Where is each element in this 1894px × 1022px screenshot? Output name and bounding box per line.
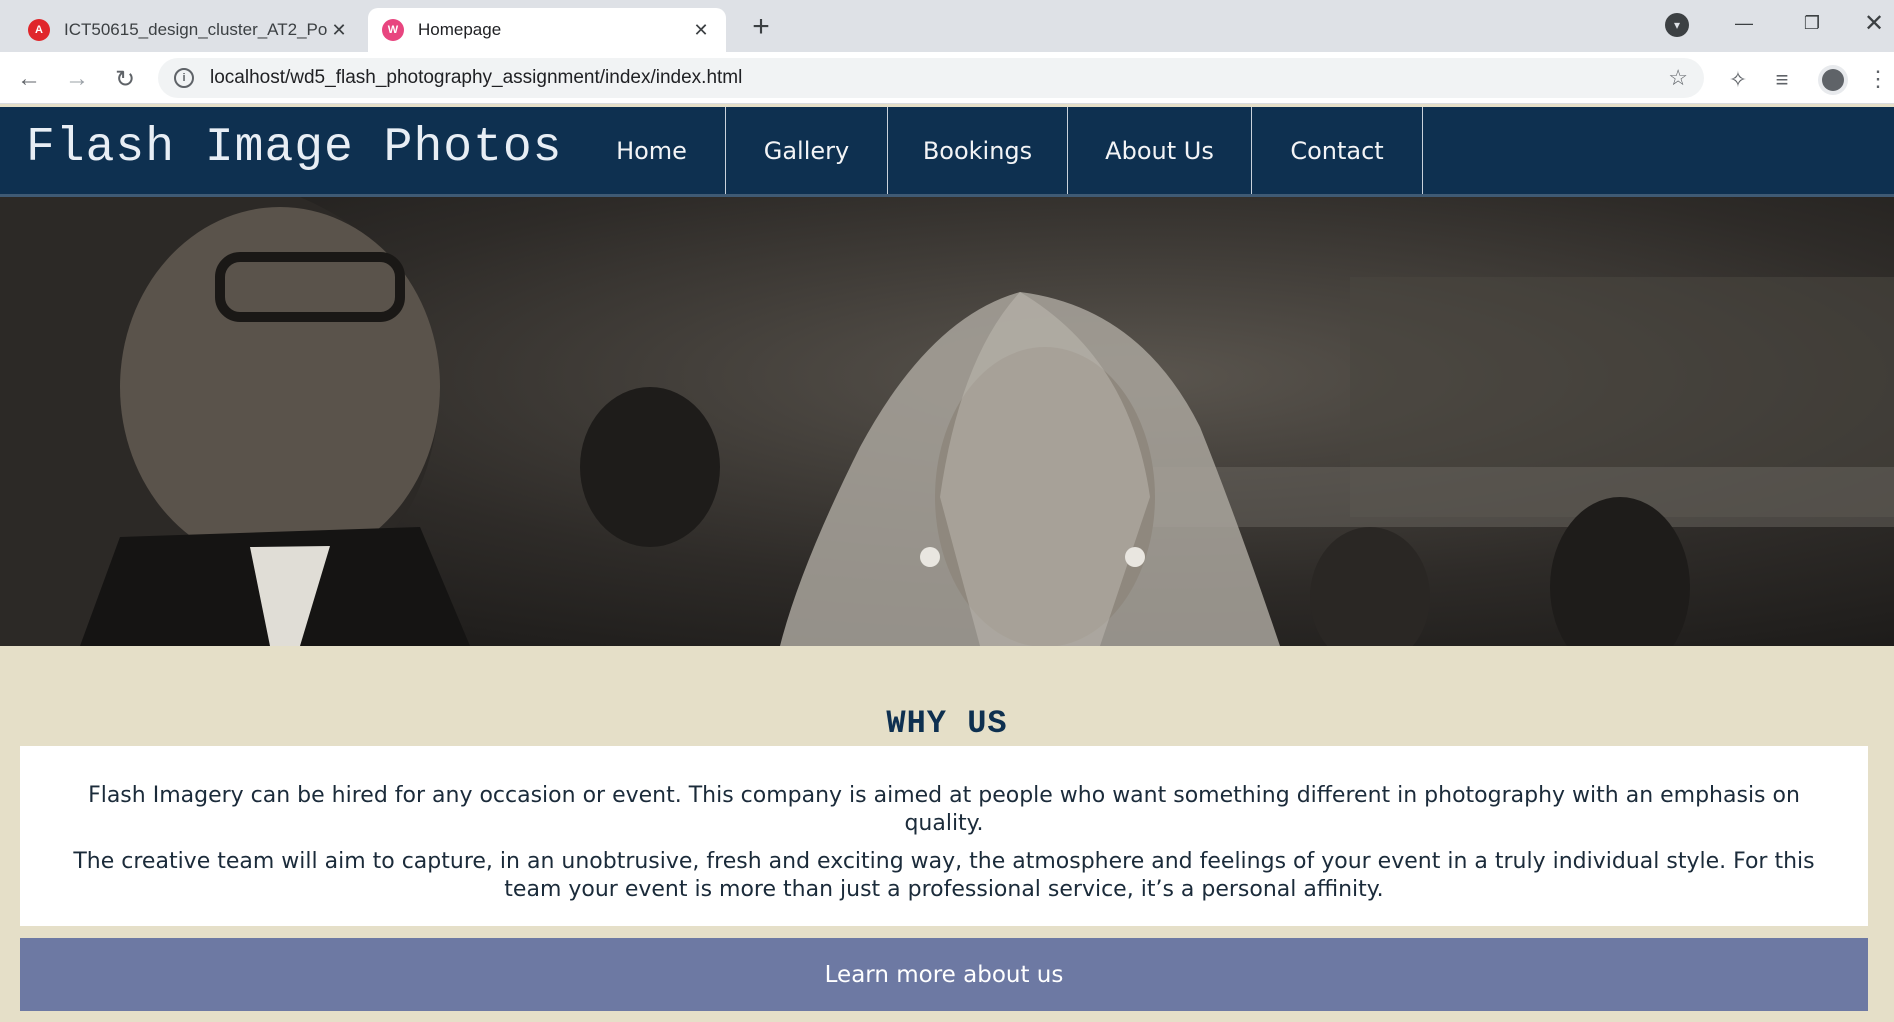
window-close-icon[interactable]: ✕ bbox=[1852, 8, 1894, 38]
hero-wedding-photo bbox=[0, 197, 1894, 646]
media-queue-icon[interactable]: ≡ bbox=[1768, 66, 1796, 94]
browser-tab-strip: A ICT50615_design_cluster_AT2_Po ✕ W Hom… bbox=[0, 0, 1894, 52]
main-nav: Home Gallery Bookings About Us Contact bbox=[578, 107, 1423, 194]
site-header: Flash Image Photos Home Gallery Bookings… bbox=[0, 107, 1894, 197]
pdf-icon: A bbox=[28, 19, 50, 41]
tab-search-icon[interactable]: ▾ bbox=[1665, 13, 1689, 37]
url-text[interactable]: localhost/wd5_flash_photography_assignme… bbox=[210, 67, 1668, 89]
extensions-puzzle-icon[interactable]: ✧ bbox=[1724, 66, 1752, 94]
wamp-icon: W bbox=[382, 19, 404, 41]
tab-title: ICT50615_design_cluster_AT2_Po bbox=[64, 20, 328, 39]
nav-home[interactable]: Home bbox=[578, 107, 726, 194]
address-bar[interactable]: i localhost/wd5_flash_photography_assign… bbox=[158, 58, 1704, 98]
why-us-paragraph: Flash Imagery can be hired for any occas… bbox=[88, 783, 1800, 836]
why-us-paragraph: The creative team will aim to capture, i… bbox=[73, 849, 1815, 902]
nav-contact[interactable]: Contact bbox=[1252, 107, 1423, 194]
minimize-icon[interactable]: — bbox=[1722, 8, 1766, 38]
new-tab-button[interactable]: + bbox=[744, 10, 778, 44]
nav-about-us[interactable]: About Us bbox=[1068, 107, 1252, 194]
tab-title: Homepage bbox=[418, 20, 502, 39]
nav-gallery[interactable]: Gallery bbox=[726, 107, 888, 194]
tab-homepage[interactable]: W Homepage ✕ bbox=[368, 8, 726, 52]
web-page: Flash Image Photos Home Gallery Bookings… bbox=[0, 105, 1894, 1022]
why-us-content: Flash Imagery can be hired for any occas… bbox=[20, 746, 1868, 926]
hero-image bbox=[0, 197, 1894, 646]
profile-avatar-icon[interactable] bbox=[1818, 65, 1848, 95]
site-logo[interactable]: Flash Image Photos bbox=[26, 121, 562, 175]
nav-bookings[interactable]: Bookings bbox=[888, 107, 1068, 194]
info-icon[interactable]: i bbox=[174, 68, 194, 88]
why-us-heading: WHY US bbox=[886, 705, 1008, 742]
restore-icon[interactable]: ❐ bbox=[1790, 8, 1834, 38]
browser-toolbar: ← → ↻ i localhost/wd5_flash_photography_… bbox=[0, 52, 1894, 104]
close-icon[interactable]: ✕ bbox=[690, 19, 712, 41]
learn-more-button[interactable]: Learn more about us bbox=[20, 938, 1868, 1011]
bookmark-star-icon[interactable]: ☆ bbox=[1668, 65, 1688, 91]
forward-arrow-icon[interactable]: → bbox=[60, 62, 94, 96]
tab-pdf-document[interactable]: A ICT50615_design_cluster_AT2_Po ✕ bbox=[14, 8, 364, 52]
more-menu-icon[interactable]: ⋮ bbox=[1867, 64, 1889, 94]
close-icon[interactable]: ✕ bbox=[328, 19, 350, 41]
reload-icon[interactable]: ↻ bbox=[108, 62, 142, 96]
back-arrow-icon[interactable]: ← bbox=[12, 62, 46, 96]
